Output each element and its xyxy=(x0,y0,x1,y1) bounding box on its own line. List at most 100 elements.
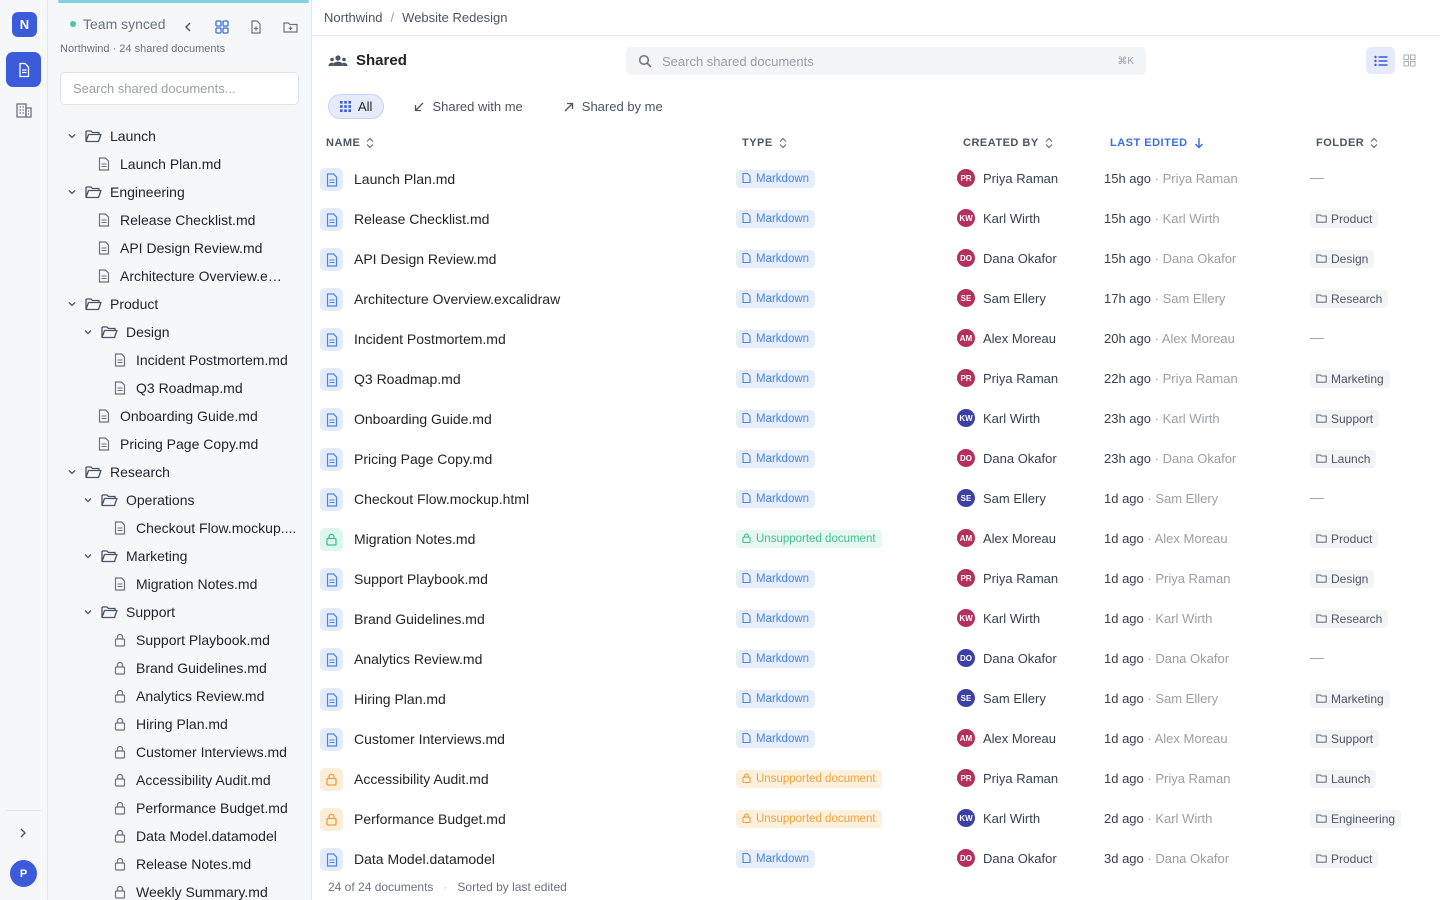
tree-doc-brand-guidelines-md[interactable]: Brand Guidelines.md xyxy=(48,654,311,682)
folder-badge[interactable]: Engineering xyxy=(1310,810,1402,828)
table-row[interactable]: Migration Notes.md Unsupported document … xyxy=(312,519,1440,559)
tree-doc-data-model-datamodel[interactable]: Data Model.datamodel xyxy=(48,822,311,850)
tree-folder-research[interactable]: Research xyxy=(48,458,311,486)
document-name[interactable]: Performance Budget.md xyxy=(354,811,506,827)
chevron-down-icon[interactable] xyxy=(64,184,80,200)
document-name[interactable]: Architecture Overview.excalidraw xyxy=(354,291,560,307)
folder-badge[interactable]: Marketing xyxy=(1310,370,1390,388)
chevron-down-icon[interactable] xyxy=(80,492,96,508)
app-logo[interactable]: N xyxy=(12,12,37,37)
tree-doc-release-notes-md[interactable]: Release Notes.md xyxy=(48,850,311,878)
chevron-down-icon[interactable] xyxy=(64,296,80,312)
column-name[interactable]: Name xyxy=(326,137,374,149)
organization-nav-button[interactable] xyxy=(6,92,41,127)
table-row[interactable]: Data Model.datamodel Markdown DO Dana Ok… xyxy=(312,839,1440,879)
table-row[interactable]: Performance Budget.md Unsupported docume… xyxy=(312,799,1440,839)
documents-nav-button[interactable] xyxy=(6,52,41,87)
filter-shared-by-me[interactable]: Shared by me xyxy=(552,94,674,119)
new-folder-button[interactable] xyxy=(280,17,300,37)
new-document-button[interactable] xyxy=(246,17,266,37)
tree-doc-performance-budget-md[interactable]: Performance Budget.md xyxy=(48,794,311,822)
table-row[interactable]: Onboarding Guide.md Markdown KW Karl Wir… xyxy=(312,399,1440,439)
tree-folder-launch[interactable]: Launch xyxy=(48,122,311,150)
folder-badge[interactable]: Product xyxy=(1310,530,1379,548)
document-name[interactable]: Data Model.datamodel xyxy=(354,851,495,867)
table-row[interactable]: Analytics Review.md Markdown DO Dana Oka… xyxy=(312,639,1440,679)
tree-doc-pricing-page-copy-md[interactable]: Pricing Page Copy.md xyxy=(48,430,311,458)
tree-doc-checkout-flow-mockup[interactable]: Checkout Flow.mockup.... xyxy=(48,514,311,542)
tree-folder-design[interactable]: Design xyxy=(48,318,311,346)
tree-doc-launch-plan-md[interactable]: Launch Plan.md xyxy=(48,150,311,178)
collapse-sidebar-button[interactable] xyxy=(178,17,198,37)
grid-view-toggle-button[interactable] xyxy=(1395,47,1424,74)
sidebar-search-input[interactable] xyxy=(60,72,299,105)
column-last-edited[interactable]: Last edited xyxy=(1110,137,1204,149)
table-row[interactable]: API Design Review.md Markdown DO Dana Ok… xyxy=(312,239,1440,279)
document-name[interactable]: Migration Notes.md xyxy=(354,531,475,547)
tree-doc-accessibility-audit-md[interactable]: Accessibility Audit.md xyxy=(48,766,311,794)
document-name[interactable]: Checkout Flow.mockup.html xyxy=(354,491,529,507)
document-name[interactable]: Analytics Review.md xyxy=(354,651,482,667)
tree-doc-onboarding-guide-md[interactable]: Onboarding Guide.md xyxy=(48,402,311,430)
document-name[interactable]: Support Playbook.md xyxy=(354,571,488,587)
folder-badge[interactable]: Product xyxy=(1310,210,1379,228)
tree-doc-api-design-review-md[interactable]: API Design Review.md xyxy=(48,234,311,262)
document-name[interactable]: Launch Plan.md xyxy=(354,171,455,187)
document-name[interactable]: Accessibility Audit.md xyxy=(354,771,489,787)
document-name[interactable]: Customer Interviews.md xyxy=(354,731,505,747)
table-row[interactable]: Customer Interviews.md Markdown AM Alex … xyxy=(312,719,1440,759)
table-row[interactable]: Launch Plan.md Markdown PR Priya Raman 1… xyxy=(312,159,1440,199)
document-name[interactable]: Pricing Page Copy.md xyxy=(354,451,492,467)
chevron-down-icon[interactable] xyxy=(80,548,96,564)
main-search-input[interactable] xyxy=(662,53,1118,69)
tree-folder-engineering[interactable]: Engineering xyxy=(48,178,311,206)
table-row[interactable]: Architecture Overview.excalidraw Markdow… xyxy=(312,279,1440,319)
tree-folder-support[interactable]: Support xyxy=(48,598,311,626)
user-avatar[interactable]: P xyxy=(10,860,37,887)
column-created-by[interactable]: Created by xyxy=(963,137,1053,149)
chevron-down-icon[interactable] xyxy=(64,128,80,144)
table-row[interactable]: Support Playbook.md Markdown PR Priya Ra… xyxy=(312,559,1440,599)
grid-view-button[interactable] xyxy=(212,17,232,37)
folder-badge[interactable]: Research xyxy=(1310,610,1389,628)
table-row[interactable]: Incident Postmortem.md Markdown AM Alex … xyxy=(312,319,1440,359)
chevron-down-icon[interactable] xyxy=(64,464,80,480)
table-row[interactable]: Accessibility Audit.md Unsupported docum… xyxy=(312,759,1440,799)
filter-all[interactable]: All xyxy=(328,94,385,119)
chevron-down-icon[interactable] xyxy=(80,324,96,340)
filter-shared-with-me[interactable]: Shared with me xyxy=(402,94,533,119)
folder-badge[interactable]: Launch xyxy=(1310,450,1377,468)
table-row[interactable]: Checkout Flow.mockup.html Markdown SE Sa… xyxy=(312,479,1440,519)
breadcrumb-org[interactable]: Northwind xyxy=(324,10,383,25)
folder-badge[interactable]: Research xyxy=(1310,290,1389,308)
folder-badge[interactable]: Design xyxy=(1310,570,1375,588)
tree-doc-weekly-summary-md[interactable]: Weekly Summary.md xyxy=(48,878,311,900)
breadcrumb-project[interactable]: Website Redesign xyxy=(402,10,507,25)
tree-doc-incident-postmortem-md[interactable]: Incident Postmortem.md xyxy=(48,346,311,374)
tree-doc-migration-notes-md[interactable]: Migration Notes.md xyxy=(48,570,311,598)
tree-doc-customer-interviews-md[interactable]: Customer Interviews.md xyxy=(48,738,311,766)
table-row[interactable]: Q3 Roadmap.md Markdown PR Priya Raman 22… xyxy=(312,359,1440,399)
folder-badge[interactable]: Support xyxy=(1310,410,1380,428)
table-row[interactable]: Pricing Page Copy.md Markdown DO Dana Ok… xyxy=(312,439,1440,479)
document-name[interactable]: Release Checklist.md xyxy=(354,211,489,227)
document-name[interactable]: Brand Guidelines.md xyxy=(354,611,485,627)
column-folder[interactable]: Folder xyxy=(1316,137,1378,149)
document-name[interactable]: API Design Review.md xyxy=(354,251,496,267)
tree-doc-support-playbook-md[interactable]: Support Playbook.md xyxy=(48,626,311,654)
expand-sidebar-button[interactable] xyxy=(13,823,33,843)
document-name[interactable]: Onboarding Guide.md xyxy=(354,411,492,427)
folder-badge[interactable]: Design xyxy=(1310,250,1375,268)
document-name[interactable]: Q3 Roadmap.md xyxy=(354,371,461,387)
tree-folder-operations[interactable]: Operations xyxy=(48,486,311,514)
main-search-box[interactable]: ⌘K xyxy=(626,47,1146,75)
tree-doc-analytics-review-md[interactable]: Analytics Review.md xyxy=(48,682,311,710)
table-row[interactable]: Hiring Plan.md Markdown SE Sam Ellery 1d… xyxy=(312,679,1440,719)
tree-doc-architecture-overview-exc[interactable]: Architecture Overview.exc... xyxy=(48,262,311,290)
tree-doc-hiring-plan-md[interactable]: Hiring Plan.md xyxy=(48,710,311,738)
tree-doc-release-checklist-md[interactable]: Release Checklist.md xyxy=(48,206,311,234)
tree-folder-marketing[interactable]: Marketing xyxy=(48,542,311,570)
tree-doc-q3-roadmap-md[interactable]: Q3 Roadmap.md xyxy=(48,374,311,402)
table-row[interactable]: Release Checklist.md Markdown KW Karl Wi… xyxy=(312,199,1440,239)
table-row[interactable]: Brand Guidelines.md Markdown KW Karl Wir… xyxy=(312,599,1440,639)
